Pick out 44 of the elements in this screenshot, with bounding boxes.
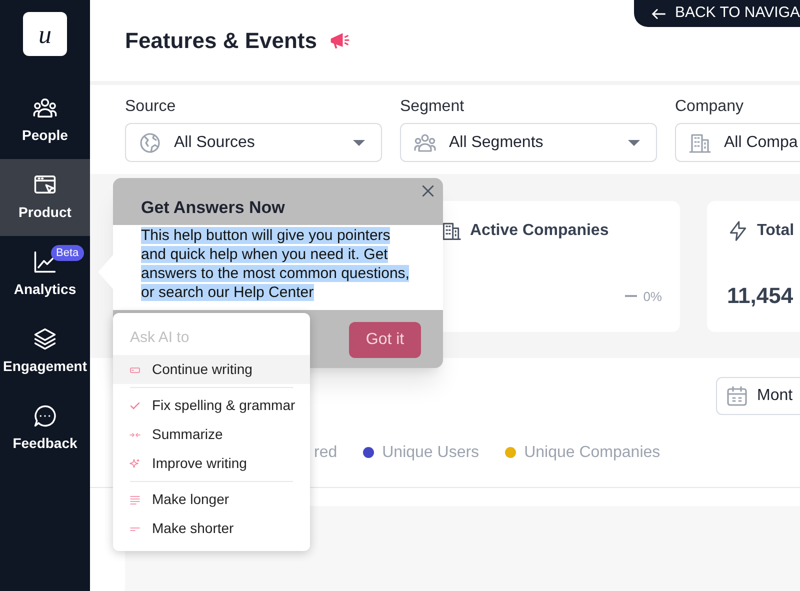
dash-icon [625,295,638,298]
calendar-icon [725,384,749,408]
caret-icon [628,140,640,146]
filter-dropdown[interactable]: All Sources [125,123,382,162]
card-value: 11,454 [727,282,794,310]
date-range-button[interactable]: Mont [716,377,800,415]
tooltip-title: Get Answers Now [141,197,285,219]
nav-item[interactable]: Feedback [0,390,90,467]
got-it-button[interactable]: Got it [349,322,421,358]
legend-label: Unique Companies [524,442,660,462]
filter-dropdown[interactable]: All Segments [400,123,657,162]
checkmark-icon [129,400,141,412]
back-button[interactable]: BACK TO NAVIGA [634,0,800,27]
filter-dropdown[interactable]: All Compa [675,123,800,162]
ai-menu-item[interactable]: Make longer [113,485,310,514]
nav-item[interactable]: Beta Analytics [0,236,90,313]
lines-icon [129,494,141,506]
ai-menu-item[interactable]: Summarize [113,420,310,449]
legend-label: Unique Users [382,442,480,462]
layers-icon [32,326,58,352]
legend-label: red [314,442,338,462]
filter-label: Company [675,97,744,117]
chat-bubble-icon [32,403,58,429]
logo[interactable]: u [23,12,67,56]
card-title: Total [757,221,794,241]
ai-menu-item[interactable]: Fix spelling & grammar [113,391,310,420]
nav-item[interactable]: People [0,82,90,159]
card-title: Active Companies [470,221,609,241]
filter-label: Source [125,97,177,117]
page-title: Features & Events [125,27,317,55]
change-percent: 0% [643,288,662,306]
nav-item[interactable]: Engagement [0,313,90,390]
caret-icon [353,140,365,146]
line-chart-icon [32,249,58,275]
ai-menu-item[interactable]: Make shorter [113,514,310,543]
nav-item[interactable]: Product [0,159,90,236]
filter-label: Segment [400,97,466,117]
sparkle-icon [129,458,141,470]
globe-icon [138,130,162,154]
lightning-icon [727,219,749,243]
ai-menu-item[interactable]: Continue writing [113,355,310,384]
tooltip-text: This help button will give you pointers and quick help when you need it. Get answers to the most common questions, or search our Help Center [141,226,410,302]
ai-menu-item[interactable]: Improve writing [113,449,310,478]
beta-badge: Beta [51,245,84,261]
